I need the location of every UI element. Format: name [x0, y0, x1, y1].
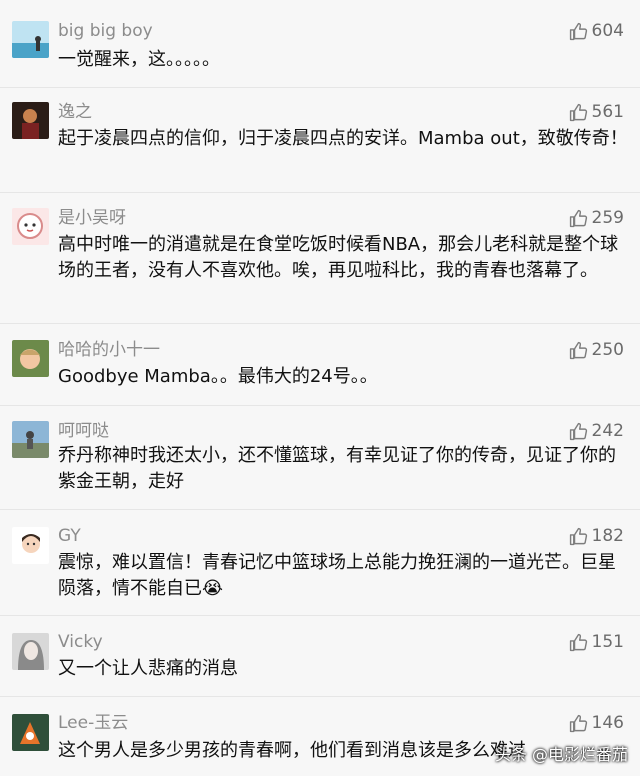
username[interactable]: 是小吴呀	[58, 207, 126, 229]
thumbs-up-icon	[569, 103, 587, 121]
thumbs-up-icon	[569, 422, 587, 440]
thumbs-up-icon	[569, 341, 587, 359]
divider	[0, 615, 640, 616]
username[interactable]: 逸之	[58, 101, 92, 123]
like-count: 151	[591, 632, 624, 652]
divider	[0, 696, 640, 697]
like-count: 242	[591, 421, 624, 441]
watermark: 头条 @电影烂番茄	[494, 745, 628, 764]
username[interactable]: 呵呵哒	[58, 420, 109, 442]
like-count: 259	[591, 208, 624, 228]
like-button[interactable]: 242	[569, 420, 624, 442]
comment-text: Goodbye Mamba。。最伟大的24号。。	[58, 366, 378, 387]
avatar[interactable]	[12, 102, 49, 139]
like-count: 561	[591, 102, 624, 122]
comment-text: 震惊，难以置信！青春记忆中篮球场上总能力挽狂澜的一道光芒。巨星陨落，情不能自已😭	[58, 552, 616, 599]
thumbs-up-icon	[569, 714, 587, 732]
like-button[interactable]: 604	[569, 20, 624, 42]
like-button[interactable]: 151	[569, 631, 624, 653]
comment-text: 一觉醒来，这。。。。。	[58, 49, 220, 70]
avatar[interactable]	[12, 714, 49, 751]
avatar[interactable]	[12, 527, 49, 564]
thumbs-up-icon	[569, 527, 587, 545]
comment-text: 起于凌晨四点的信仰，归于凌晨四点的安详。Mamba out，致敬传奇！	[58, 128, 628, 149]
like-count: 250	[591, 340, 624, 360]
comment-text: 又一个让人悲痛的消息	[58, 658, 238, 679]
comment-text: 高中时唯一的消遣就是在食堂吃饭时候看NBA，那会儿老科就是整个球场的王者，没有人…	[58, 234, 619, 281]
like-button[interactable]: 146	[569, 712, 624, 734]
avatar[interactable]	[12, 633, 49, 670]
like-count: 146	[591, 713, 624, 733]
thumbs-up-icon	[569, 633, 587, 651]
like-button[interactable]: 182	[569, 525, 624, 547]
comment-text: 乔丹称神时我还太小，还不懂篮球，有幸见证了你的传奇，见证了你的紫金王朝，走好	[58, 445, 616, 492]
username[interactable]: Vicky	[58, 631, 103, 653]
divider	[0, 509, 640, 510]
avatar[interactable]	[12, 21, 49, 58]
like-button[interactable]: 250	[569, 339, 624, 361]
username[interactable]: big big boy	[58, 20, 153, 42]
like-count: 182	[591, 526, 624, 546]
divider	[0, 405, 640, 406]
username[interactable]: Lee-玉云	[58, 712, 128, 734]
thumbs-up-icon	[569, 209, 587, 227]
avatar[interactable]	[12, 208, 49, 245]
avatar[interactable]	[12, 421, 49, 458]
divider	[0, 192, 640, 193]
divider	[0, 323, 640, 324]
username[interactable]: 哈哈的小十一	[58, 339, 160, 361]
thumbs-up-icon	[569, 22, 587, 40]
like-count: 604	[591, 21, 624, 41]
avatar[interactable]	[12, 340, 49, 377]
like-button[interactable]: 561	[569, 101, 624, 123]
username[interactable]: GY	[58, 525, 81, 547]
like-button[interactable]: 259	[569, 207, 624, 229]
divider	[0, 87, 640, 88]
